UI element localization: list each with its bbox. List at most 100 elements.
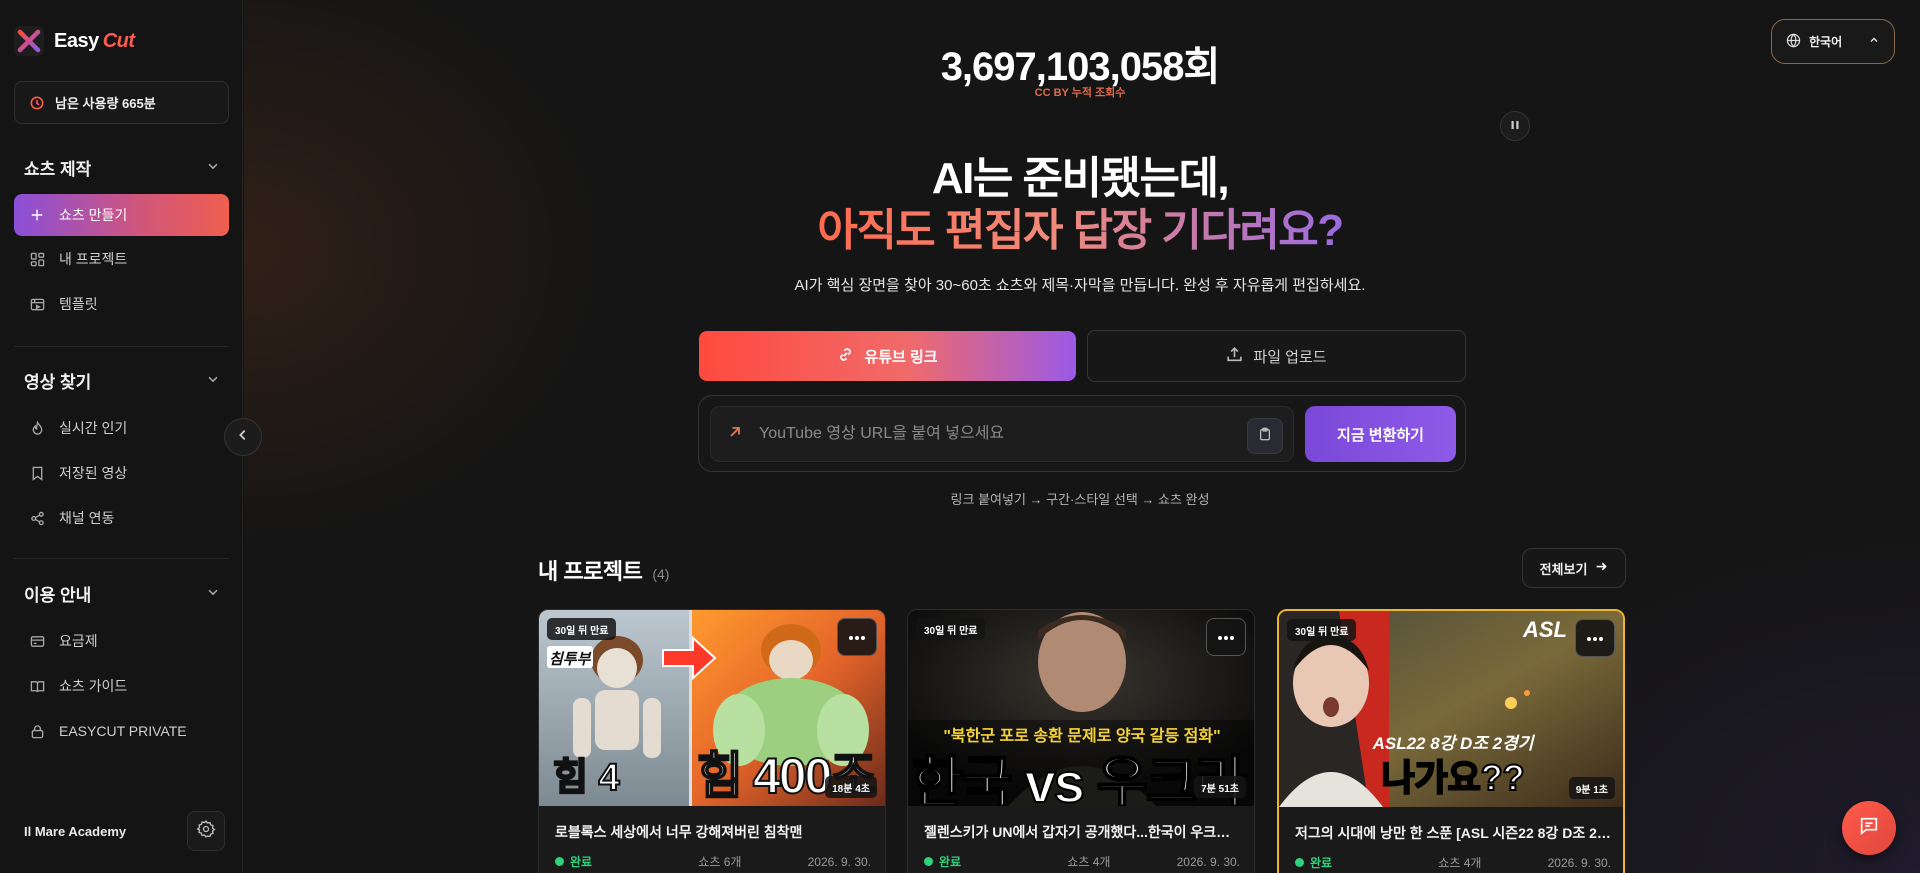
sidebar-item-easycut-private[interactable]: EASYCUT PRIVATE — [14, 710, 229, 752]
project-meta: 완료 쇼츠 4개 2026. 9. 30. — [924, 853, 1240, 870]
sidebar-divider — [14, 558, 229, 559]
url-input-panel: 지금 변환하기 — [698, 395, 1466, 472]
chevron-left-icon — [236, 428, 250, 447]
sidebar-item-label: 실시간 인기 — [59, 420, 128, 436]
settings-button[interactable] — [187, 811, 225, 851]
link-icon — [837, 346, 854, 367]
user-name[interactable]: Il Mare Academy — [24, 824, 126, 839]
tab-upload-label: 파일 업로드 — [1253, 348, 1327, 366]
projects-count: (4) — [652, 566, 670, 582]
status-label: 완료 — [570, 855, 593, 869]
card-icon — [29, 633, 45, 649]
clipboard-icon — [1258, 427, 1272, 446]
tab-file-upload[interactable]: 파일 업로드 — [1087, 330, 1466, 382]
thumbnail-tag: 침투부 — [549, 651, 591, 668]
hero-description: AI가 핵심 장면을 찾아 30~60초 쇼츠와 제목·자막을 만듭니다. 완성… — [794, 277, 1366, 294]
more-horizontal-icon — [848, 628, 866, 646]
shorts-count: 쇼츠 6개 — [698, 855, 742, 869]
status-label: 완료 — [1310, 856, 1333, 870]
upload-icon — [1226, 346, 1243, 367]
lock-icon — [29, 723, 45, 739]
status-badge: 완료 — [555, 853, 592, 870]
expiry-badge: 30일 뒤 만료 — [1287, 619, 1357, 641]
collapse-sidebar-button[interactable] — [224, 418, 262, 456]
project-date: 2026. 9. 30. — [1547, 855, 1611, 870]
pause-button[interactable] — [1500, 111, 1530, 141]
template-icon — [29, 296, 45, 312]
hero-headline-2-text: 아직도 편집자 답장 기다려요? — [817, 206, 1344, 255]
thumbnail-logo: ASL — [1523, 617, 1567, 642]
sidebar: Easy Cut 남은 사용량 665분 쇼츠 제작 쇼츠 만들기 내 프로젝트 … — [0, 0, 243, 873]
paste-button[interactable] — [1247, 418, 1283, 454]
hero-headline-2: 아직도 편집자 답장 기다려요? — [0, 194, 1920, 258]
views-caption: CC BY 누적 조회수 — [1034, 87, 1126, 99]
duration-badge: 9분 1초 — [1568, 777, 1615, 799]
sidebar-item-label: 쇼츠 가이드 — [59, 678, 128, 694]
thumbnail-text-left: 힘 4 — [552, 756, 621, 800]
section-title: 이용 안내 — [24, 586, 92, 605]
sidebar-item-shorts-guide[interactable]: 쇼츠 가이드 — [14, 665, 229, 707]
project-title: 젤렌스키가 UN에서 갑자기 공개했다...한국이 우크라이나 — [924, 824, 1240, 840]
sidebar-item-saved-videos[interactable]: 저장된 영상 — [14, 452, 229, 494]
project-meta: 완료 쇼츠 4개 2026. 9. 30. — [1295, 854, 1611, 871]
sidebar-item-trending[interactable]: 실시간 인기 — [14, 407, 229, 449]
project-title: 로블록스 세상에서 너무 강해져버린 침착맨 — [555, 824, 803, 840]
project-card[interactable]: "북한군 포로 송환 문제로 양국 갈등 점화" 한국 vs 우크라 30일 뒤… — [907, 609, 1255, 873]
sidebar-item-label: 템플릿 — [59, 296, 98, 312]
section-usage-guide[interactable]: 이용 안내 — [24, 581, 220, 606]
bookmark-icon — [29, 465, 45, 481]
projects-header: 내 프로젝트 (4) — [538, 554, 669, 586]
status-dot — [924, 857, 933, 866]
arrow-up-right-icon — [727, 424, 743, 445]
pause-icon — [1510, 117, 1520, 135]
view-all-label: 전체보기 — [1539, 561, 1588, 577]
more-options-button[interactable] — [1575, 619, 1615, 657]
status-dot — [1295, 858, 1304, 867]
youtube-url-input[interactable] — [759, 425, 1229, 443]
status-badge: 완료 — [1295, 854, 1332, 871]
url-input-wrapper — [710, 406, 1294, 462]
expiry-badge: 30일 뒤 만료 — [547, 618, 617, 640]
gear-icon — [196, 819, 216, 844]
expiry-badge: 30일 뒤 만료 — [916, 618, 986, 640]
arrow-right-icon — [1595, 560, 1608, 576]
more-horizontal-icon — [1217, 628, 1235, 646]
project-thumbnail: 침투부 힘 4 힘 400조 30일 뒤 만료 18분 4초 — [539, 610, 885, 806]
status-label: 완료 — [939, 855, 962, 869]
tab-youtube-label: 유튜브 링크 — [864, 348, 938, 366]
duration-badge: 7분 51초 — [1194, 776, 1246, 798]
section-find-videos[interactable]: 영상 찾기 — [24, 368, 220, 393]
project-card[interactable]: ASL ASL22 8강 D조 2경기 나가요?? 30일 뒤 만료 9분 1초… — [1277, 609, 1625, 873]
more-options-button[interactable] — [1206, 618, 1246, 656]
more-horizontal-icon — [1586, 629, 1604, 647]
project-title: 저그의 시대에 낭만 한 스푼 [ASL 시즌22 8강 D조 2경기] — [1295, 825, 1611, 841]
views-count: 3,697,103,058회 — [940, 45, 1221, 89]
sidebar-item-label: 요금제 — [59, 633, 98, 649]
flame-icon — [29, 420, 45, 436]
sidebar-item-label: EASYCUT PRIVATE — [59, 723, 187, 739]
chevron-down-icon — [206, 584, 220, 604]
sidebar-item-pricing[interactable]: 요금제 — [14, 620, 229, 662]
project-meta: 완료 쇼츠 6개 2026. 9. 30. — [555, 853, 871, 870]
project-thumbnail: "북한군 포로 송환 문제로 양국 갈등 점화" 한국 vs 우크라 30일 뒤… — [908, 610, 1254, 806]
chevron-down-icon — [206, 371, 220, 391]
more-options-button[interactable] — [837, 618, 877, 656]
share-icon — [29, 510, 45, 526]
process-steps: 링크 붙여넣기 → 구간·스타일 선택 → 쇼츠 완성 — [950, 492, 1210, 507]
projects-title: 내 프로젝트 — [538, 559, 643, 584]
status-badge: 완료 — [924, 853, 961, 870]
project-thumbnail: ASL ASL22 8강 D조 2경기 나가요?? 30일 뒤 만료 9분 1초 — [1279, 611, 1623, 807]
tab-youtube-link[interactable]: 유튜브 링크 — [699, 331, 1076, 381]
shorts-count: 쇼츠 4개 — [1067, 855, 1111, 869]
convert-now-button[interactable]: 지금 변환하기 — [1305, 406, 1456, 462]
project-card[interactable]: 침투부 힘 4 힘 400조 30일 뒤 만료 18분 4초 로블록스 세상에서… — [538, 609, 886, 873]
status-dot — [555, 857, 564, 866]
chat-icon — [1858, 815, 1880, 842]
sidebar-divider — [14, 346, 229, 347]
project-date: 2026. 9. 30. — [1176, 854, 1240, 869]
sidebar-item-label: 채널 연동 — [59, 510, 115, 526]
book-icon — [29, 678, 45, 694]
view-all-button[interactable]: 전체보기 — [1522, 548, 1626, 588]
duration-badge: 18분 4초 — [825, 776, 877, 798]
chat-button[interactable] — [1842, 801, 1896, 855]
